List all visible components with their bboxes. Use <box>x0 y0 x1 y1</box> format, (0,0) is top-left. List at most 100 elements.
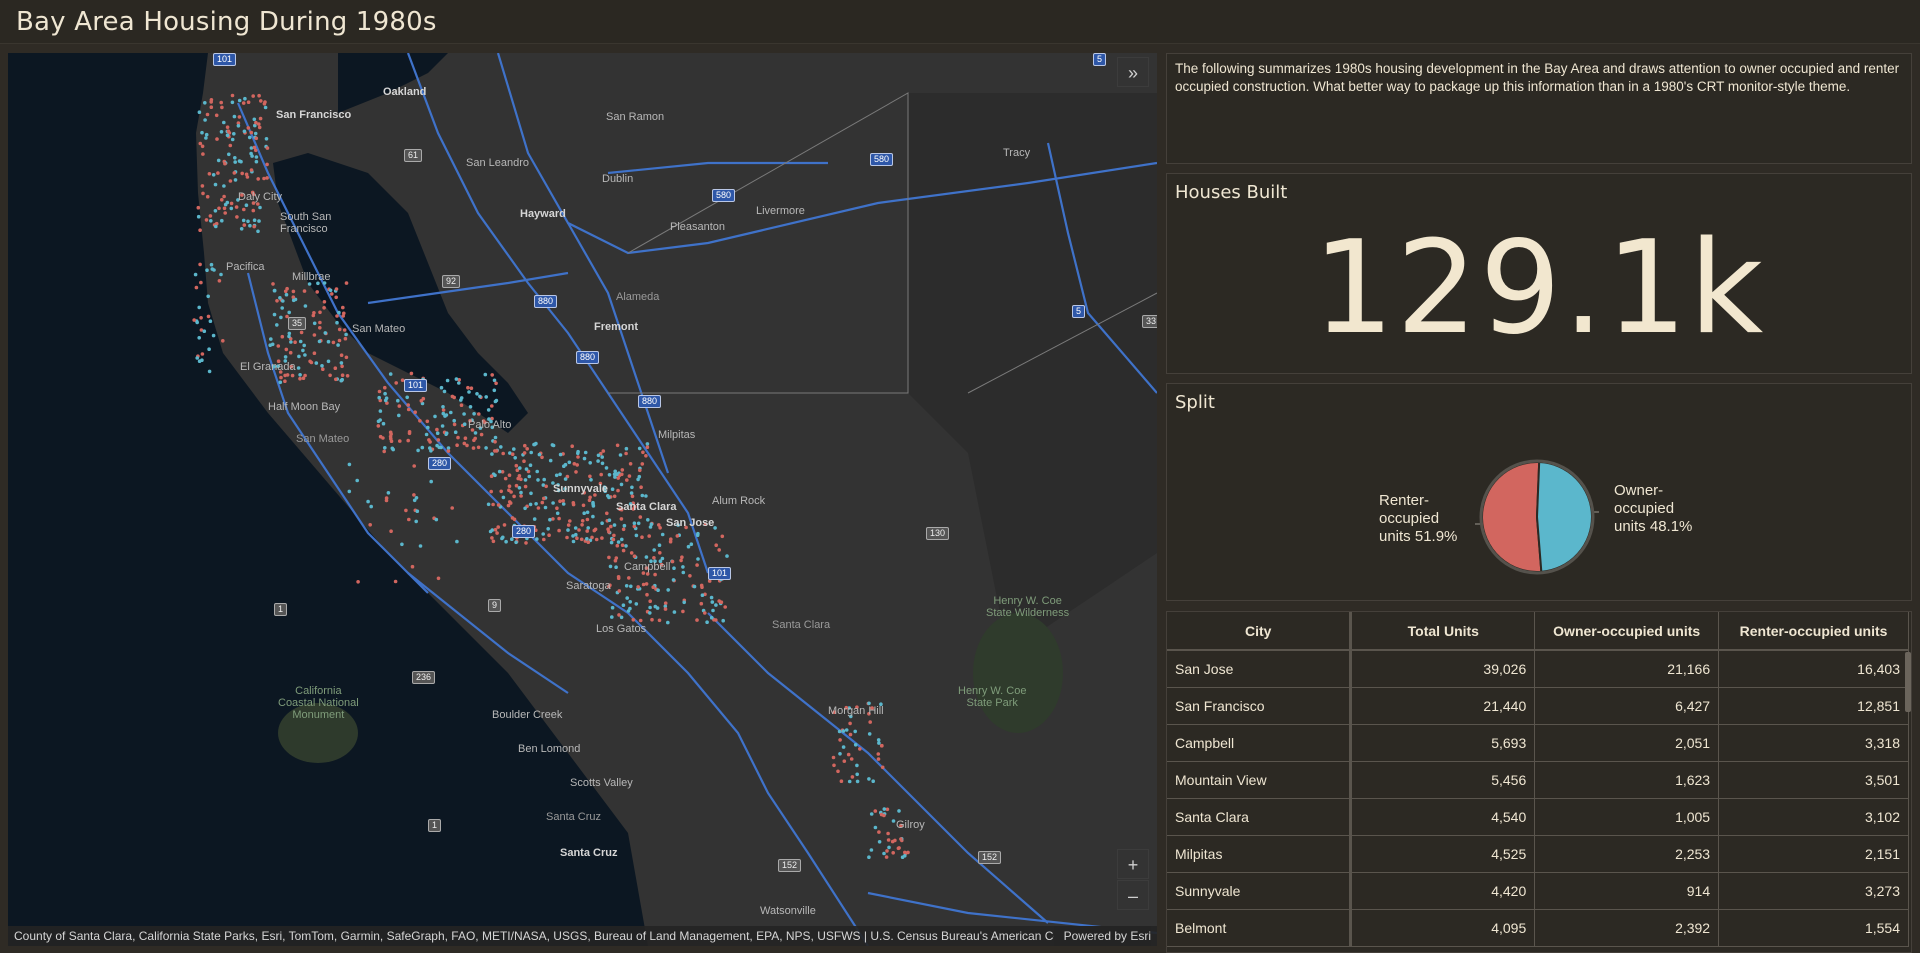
housing-point <box>663 607 668 611</box>
column-header-owner-units[interactable]: Owner-occupied units <box>1534 612 1720 651</box>
housing-point <box>198 228 202 232</box>
housing-point <box>509 490 513 494</box>
housing-point <box>586 540 591 544</box>
housing-point <box>647 534 651 538</box>
housing-point <box>334 377 338 382</box>
table-row[interactable]: Santa Clara 4,540 1,005 3,102 <box>1167 798 1909 836</box>
housing-point <box>283 379 287 384</box>
powered-by-esri-link[interactable]: Powered by Esri <box>1053 926 1151 946</box>
housing-point <box>532 517 537 521</box>
housing-point <box>232 132 236 136</box>
table-row[interactable]: San Francisco 21,440 6,427 12,851 <box>1167 687 1909 725</box>
housing-point <box>493 435 498 440</box>
housing-point <box>523 506 527 511</box>
housing-point <box>496 503 501 507</box>
table-row[interactable]: Campbell 5,693 2,051 3,318 <box>1167 724 1909 762</box>
housing-point <box>200 352 205 356</box>
housing-point <box>566 523 571 527</box>
housing-point <box>246 100 251 104</box>
shield-sr1: 1 <box>274 603 288 616</box>
label-gilroy: Gilroy <box>896 819 925 831</box>
housing-point <box>203 101 207 105</box>
shield-sr1: 1 <box>428 819 442 832</box>
housing-point <box>592 528 597 533</box>
housing-point <box>336 343 340 347</box>
housing-point <box>608 564 613 569</box>
housing-point <box>867 732 872 736</box>
column-header-total-units[interactable]: Total Units <box>1350 612 1536 651</box>
housing-point <box>558 452 563 457</box>
housing-point <box>601 449 606 453</box>
housing-point <box>214 224 218 229</box>
housing-point <box>588 495 592 500</box>
table-row[interactable]: Milpitas 4,525 2,253 2,151 <box>1167 835 1909 873</box>
label-san-jose: San Jose <box>666 517 715 529</box>
housing-point <box>582 456 587 461</box>
label-half-moon-bay: Half Moon Bay <box>268 401 341 413</box>
housing-point <box>624 544 628 548</box>
housing-point <box>413 410 418 415</box>
housing-point <box>558 472 562 477</box>
housing-point <box>879 744 884 748</box>
zoom-out-button[interactable]: – <box>1117 880 1149 910</box>
housing-point <box>326 359 331 364</box>
housing-point <box>499 445 503 449</box>
split-pie-chart[interactable] <box>1167 384 1911 600</box>
pie-slice-owner[interactable] <box>1535 461 1593 573</box>
housing-point <box>199 316 203 320</box>
housing-point <box>204 136 208 140</box>
housing-point <box>536 506 541 510</box>
housing-point <box>585 537 589 541</box>
housing-point <box>237 115 242 119</box>
cell-city: Campbell <box>1167 724 1353 762</box>
housing-point <box>891 819 896 823</box>
label-santa-clara: Santa Clara <box>616 501 677 513</box>
housing-point <box>469 386 474 391</box>
housing-point <box>621 603 626 607</box>
housing-point <box>876 757 881 761</box>
shield-us101: 101 <box>708 567 732 580</box>
housing-point <box>657 523 661 527</box>
cell-owner-units: 1,623 <box>1534 761 1720 799</box>
label-santa-cruz-county: Santa Cruz <box>546 811 602 823</box>
column-header-renter-units[interactable]: Renter-occupied units <box>1718 612 1909 651</box>
housing-point <box>710 600 715 604</box>
table-row[interactable]: Mountain View 5,456 1,623 3,501 <box>1167 761 1909 799</box>
housing-point <box>535 537 539 541</box>
housing-point <box>383 385 387 390</box>
housing-point <box>244 203 249 207</box>
column-header-city[interactable]: City <box>1167 612 1353 651</box>
housing-point <box>610 615 614 619</box>
housing-point <box>227 152 231 157</box>
housing-point <box>711 608 715 613</box>
shield-i580: 580 <box>870 153 894 166</box>
housing-point <box>312 351 317 356</box>
table-row[interactable]: Belmont 4,095 2,392 1,554 <box>1167 909 1909 947</box>
housing-point <box>265 162 269 167</box>
table-row[interactable]: San Jose 39,026 21,166 16,403 <box>1167 650 1909 688</box>
housing-point <box>839 779 844 783</box>
housing-point <box>517 486 522 490</box>
label-millbrae: Millbrae <box>292 271 331 283</box>
housing-point <box>628 600 632 604</box>
housing-point <box>291 298 296 303</box>
housing-point <box>195 356 199 360</box>
map-view[interactable]: Oakland San Francisco San Ramon San Lean… <box>8 53 1157 946</box>
zoom-in-button[interactable]: + <box>1117 849 1149 879</box>
housing-point <box>723 605 727 609</box>
housing-point <box>490 536 494 540</box>
pie-slice-renter[interactable] <box>1481 461 1543 573</box>
housing-point <box>472 412 476 416</box>
table-row[interactable]: Sunnyvale 4,420 914 3,273 <box>1167 872 1909 910</box>
housing-point <box>542 477 546 482</box>
housing-point <box>368 523 373 527</box>
collapse-panel-button[interactable]: » <box>1117 57 1149 87</box>
housing-point <box>891 851 895 855</box>
housing-point <box>897 809 901 813</box>
label-pacifica: Pacifica <box>226 261 265 273</box>
housing-point <box>645 592 649 597</box>
housing-point <box>420 445 425 450</box>
housing-point <box>249 168 254 172</box>
housing-point <box>215 137 219 141</box>
table-scrollbar[interactable] <box>1905 652 1911 712</box>
